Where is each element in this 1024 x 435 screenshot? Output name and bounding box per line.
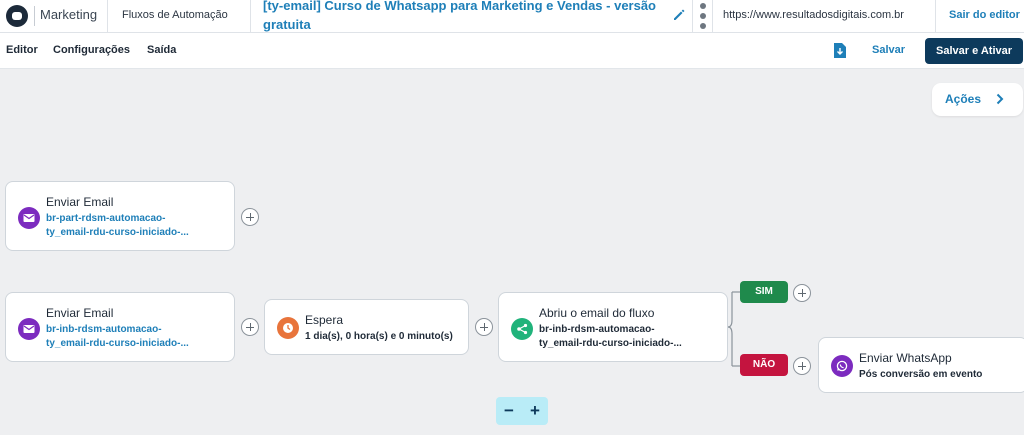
zoom-out-button[interactable]: − — [496, 397, 522, 425]
node-title: Enviar WhatsApp — [859, 351, 952, 365]
send-whatsapp-node[interactable]: Enviar WhatsApp Pós conversão em evento — [818, 337, 1024, 393]
send-email-node[interactable]: Enviar Email br-inb-rdsm-automacao- ty_e… — [5, 292, 235, 362]
add-step-button[interactable] — [475, 318, 493, 336]
no-branch-badge: NÃO — [740, 354, 788, 376]
zoom-in-button[interactable]: + — [522, 397, 548, 425]
clock-icon — [277, 317, 299, 339]
branch-icon — [511, 318, 533, 340]
email-name-line: ty_email-rdu-curso-iniciado-... — [46, 227, 189, 238]
condition-node[interactable]: Abriu o email do fluxo br-inb-rdsm-autom… — [498, 292, 728, 362]
zoom-controls: − + — [496, 397, 548, 425]
envelope-icon — [18, 207, 40, 229]
node-title: Enviar Email — [46, 306, 114, 320]
email-name-line: br-part-rdsm-automacao- — [46, 213, 166, 224]
wait-node[interactable]: Espera 1 dia(s), 0 hora(s) e 0 minuto(s) — [264, 299, 469, 355]
add-step-button[interactable] — [241, 208, 259, 226]
send-email-node[interactable]: Enviar Email br-part-rdsm-automacao- ty_… — [5, 181, 235, 251]
node-title: Abriu o email do fluxo — [539, 306, 655, 320]
add-step-button[interactable] — [793, 284, 811, 302]
whatsapp-icon — [831, 355, 853, 377]
node-title: Espera — [305, 313, 344, 327]
email-name-line: br-inb-rdsm-automacao- — [46, 324, 162, 335]
email-name-line: br-inb-rdsm-automacao- — [539, 324, 655, 335]
wait-duration: 1 dia(s), 0 hora(s) e 0 minuto(s) — [305, 331, 453, 342]
add-step-button[interactable] — [793, 357, 811, 375]
envelope-icon — [18, 318, 40, 340]
email-name-line: ty_email-rdu-curso-iniciado-... — [46, 338, 189, 349]
add-step-button[interactable] — [241, 318, 259, 336]
whatsapp-trigger: Pós conversão em evento — [859, 369, 983, 380]
yes-branch-badge: SIM — [740, 281, 788, 303]
node-title: Enviar Email — [46, 195, 114, 209]
email-name-line: ty_email-rdu-curso-iniciado-... — [539, 338, 682, 349]
